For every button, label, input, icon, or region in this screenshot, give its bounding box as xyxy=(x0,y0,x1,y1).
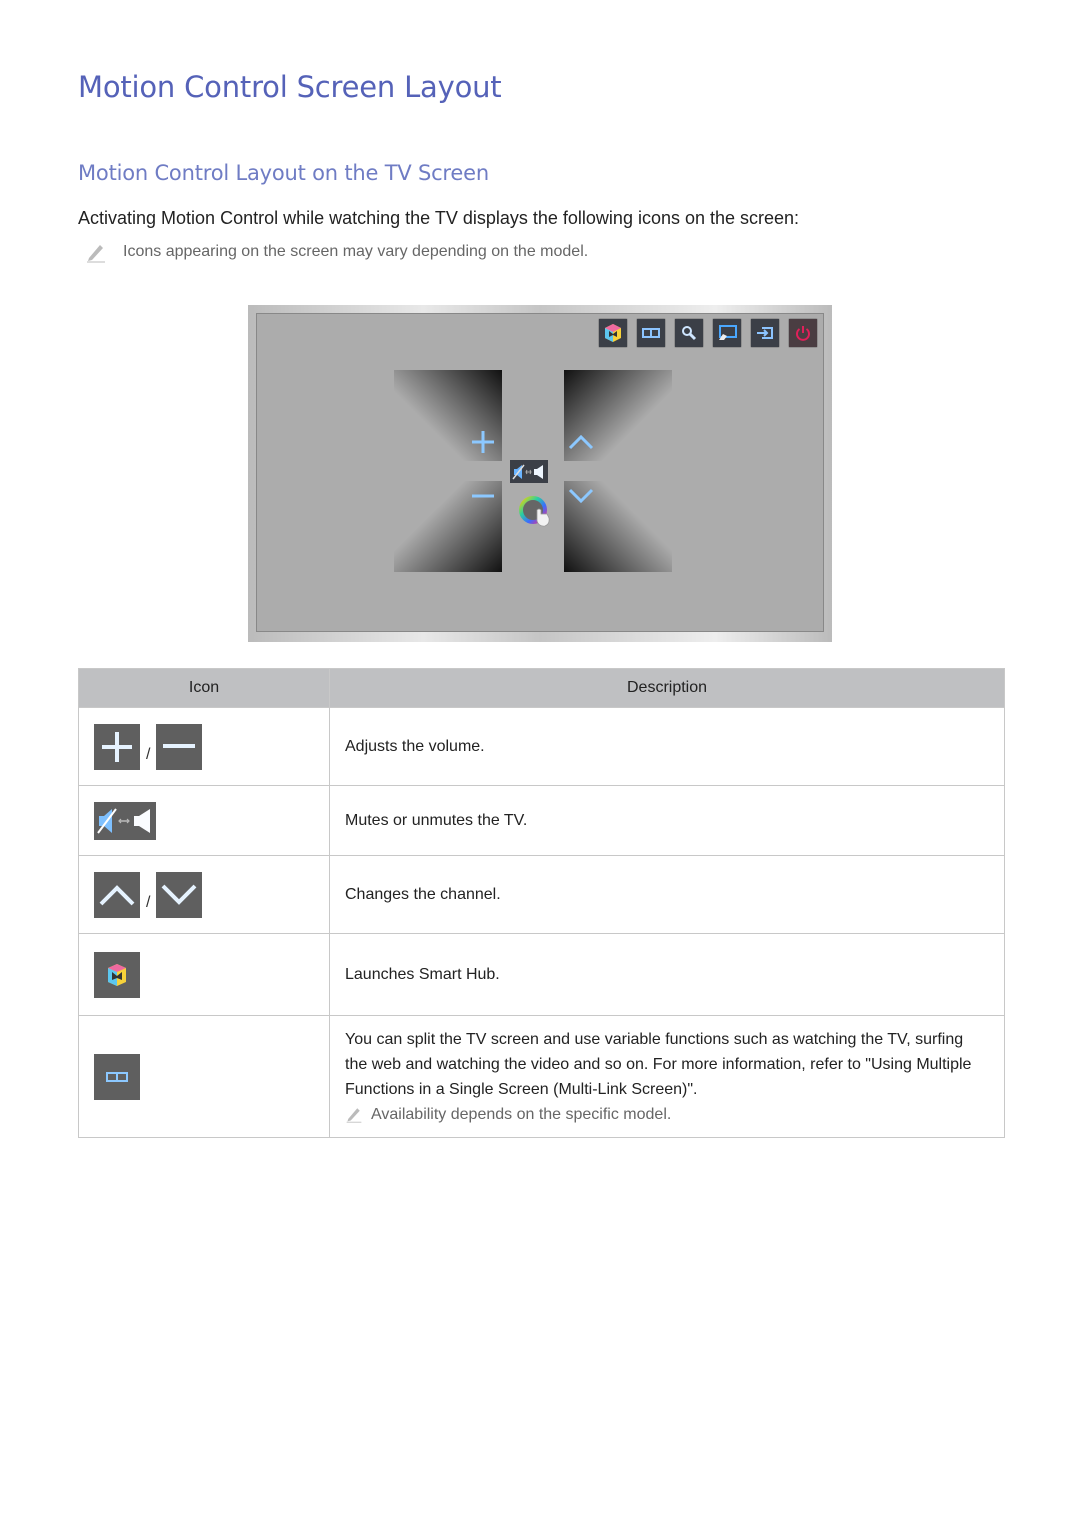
section-title: Motion Control Layout on the TV Screen xyxy=(78,161,489,185)
separator: / xyxy=(146,745,151,763)
table-header-row: Icon Description xyxy=(78,668,1005,708)
multi-link-icon xyxy=(642,328,660,338)
mute-toggle-button[interactable] xyxy=(510,460,548,483)
icon-cell: / xyxy=(78,855,330,934)
smart-hub-icon xyxy=(605,324,621,342)
multi-link-button[interactable] xyxy=(637,319,665,347)
icon-cell: / xyxy=(78,707,330,786)
source-icon xyxy=(757,327,773,339)
pencil-note-icon xyxy=(87,245,105,263)
icon-cell xyxy=(78,1015,330,1138)
volume-down-icon xyxy=(156,723,203,770)
availability-note: Availability depends on the specific mod… xyxy=(345,1102,989,1127)
screen-touch-icon xyxy=(719,325,737,340)
volume-up-icon xyxy=(94,723,140,770)
availability-note-text: Availability depends on the specific mod… xyxy=(371,1105,672,1123)
description-cell: Launches Smart Hub. xyxy=(329,933,1005,1016)
multi-link-icon xyxy=(94,1053,140,1100)
smart-hub-button[interactable] xyxy=(599,319,627,347)
table-row: Mutes or unmutes the TV. xyxy=(78,785,1005,856)
icon-table: Icon Description / Adjusts the volume. M… xyxy=(78,668,1005,1138)
tv-display xyxy=(256,313,824,632)
page-title: Motion Control Screen Layout xyxy=(78,70,502,104)
icon-cell xyxy=(78,933,330,1016)
header-description: Description xyxy=(329,668,1005,708)
mute-toggle-icon xyxy=(94,801,156,840)
note-text: Icons appearing on the screen may vary d… xyxy=(123,243,589,260)
description-cell: Mutes or unmutes the TV. xyxy=(329,785,1005,856)
tv-screen-illustration xyxy=(248,305,832,642)
note: Icons appearing on the screen may vary d… xyxy=(85,241,588,263)
search-button[interactable] xyxy=(675,319,703,347)
table-row: / Changes the channel. xyxy=(78,855,1005,934)
channel-down-icon xyxy=(568,488,594,504)
channel-down-icon xyxy=(156,871,203,918)
power-icon xyxy=(796,326,810,341)
icon-cell xyxy=(78,785,330,856)
table-row: You can split the TV screen and use vari… xyxy=(78,1015,1005,1138)
table-row: Launches Smart Hub. xyxy=(78,933,1005,1016)
separator: / xyxy=(146,893,151,911)
description-text: You can split the TV screen and use vari… xyxy=(345,1030,972,1098)
channel-up-icon xyxy=(568,434,594,450)
intro-text: Activating Motion Control while watching… xyxy=(78,208,800,228)
table-row: / Adjusts the volume. xyxy=(78,707,1005,786)
source-button[interactable] xyxy=(751,319,779,347)
description-cell: You can split the TV screen and use vari… xyxy=(329,1015,1005,1138)
search-icon xyxy=(682,326,697,341)
channel-up-zone[interactable] xyxy=(564,370,672,461)
volume-down-icon xyxy=(472,494,494,498)
channel-up-icon xyxy=(94,871,140,918)
description-cell: Changes the channel. xyxy=(329,855,1005,934)
channel-down-zone[interactable] xyxy=(564,481,672,572)
pencil-note-icon xyxy=(346,1108,362,1123)
volume-up-zone[interactable] xyxy=(394,370,502,461)
volume-down-zone[interactable] xyxy=(394,481,502,572)
header-icon: Icon xyxy=(78,668,330,708)
screen-touch-button[interactable] xyxy=(713,319,741,347)
volume-up-icon xyxy=(472,431,494,453)
mute-toggle-icon xyxy=(512,464,543,479)
hand-cursor-icon xyxy=(519,496,550,527)
description-cell: Adjusts the volume. xyxy=(329,707,1005,786)
smart-hub-icon xyxy=(94,951,140,998)
power-button[interactable] xyxy=(789,319,817,347)
motion-control-toolbar xyxy=(599,319,817,347)
